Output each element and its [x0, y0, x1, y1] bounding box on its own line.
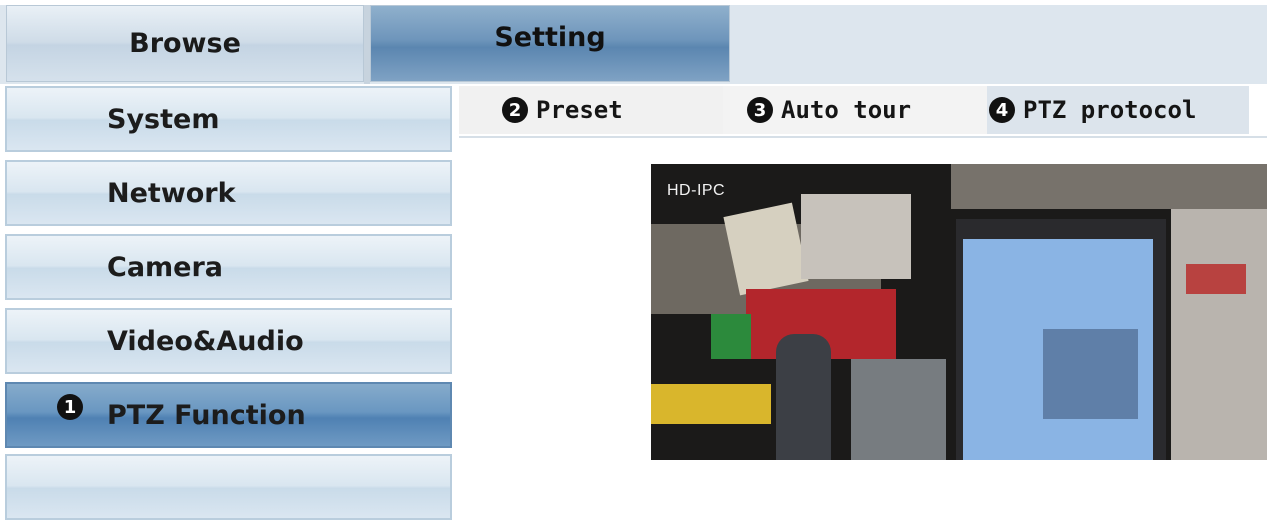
- settings-sidebar: System Network Camera Video&Audio 1 PTZ …: [5, 86, 454, 520]
- live-video-preview[interactable]: HD-IPC: [651, 164, 1267, 460]
- step-number-badge: 4: [989, 97, 1015, 123]
- sidebar-item-next[interactable]: [5, 454, 452, 520]
- sidebar-item-label: Network: [107, 177, 236, 209]
- sidebar-item-system[interactable]: System: [5, 86, 452, 152]
- subtab-spacer: [1249, 86, 1267, 134]
- step-number-badge: 3: [747, 97, 773, 123]
- tab-preset[interactable]: 2 Preset: [459, 86, 723, 134]
- tab-label: Preset: [536, 96, 623, 124]
- scene-rack-red: [1186, 264, 1246, 294]
- step-number-badge: 2: [502, 97, 528, 123]
- tab-ptz-protocol[interactable]: 4 PTZ protocol: [987, 86, 1249, 134]
- scene-yellow-bin: [651, 384, 771, 424]
- tab-label: Auto tour: [781, 96, 912, 124]
- ptz-subtab-bar: 2 Preset 3 Auto tour 4 PTZ protocol: [459, 86, 1267, 138]
- scene-crate: [801, 194, 911, 279]
- scene-rack: [1171, 204, 1267, 460]
- sidebar-item-label: Camera: [107, 251, 224, 283]
- sidebar-item-ptz-function[interactable]: 1 PTZ Function: [5, 382, 452, 448]
- video-osd-label: HD-IPC: [667, 182, 726, 199]
- step-number-badge: 1: [57, 394, 83, 420]
- tab-browse[interactable]: Browse: [6, 5, 364, 82]
- sidebar-item-video-audio[interactable]: Video&Audio: [5, 308, 452, 374]
- sidebar-item-network[interactable]: Network: [5, 160, 452, 226]
- sidebar-item-camera[interactable]: Camera: [5, 234, 452, 300]
- sidebar-item-label: PTZ Function: [107, 399, 306, 431]
- tab-auto-tour[interactable]: 3 Auto tour: [723, 86, 987, 134]
- scene-bottle: [776, 334, 831, 460]
- scene-screen-window: [1043, 329, 1138, 419]
- scene-box: [723, 202, 809, 296]
- sidebar-item-label: System: [107, 103, 220, 135]
- tab-label: PTZ protocol: [1023, 96, 1197, 124]
- sidebar-item-label: Video&Audio: [107, 325, 304, 357]
- scene-green-cone: [711, 314, 751, 359]
- scene-ceiling: [951, 164, 1267, 209]
- top-tab-bar: Browse Setting: [0, 5, 1267, 84]
- tab-setting[interactable]: Setting: [370, 5, 730, 82]
- scene-glass-panel: [851, 359, 946, 460]
